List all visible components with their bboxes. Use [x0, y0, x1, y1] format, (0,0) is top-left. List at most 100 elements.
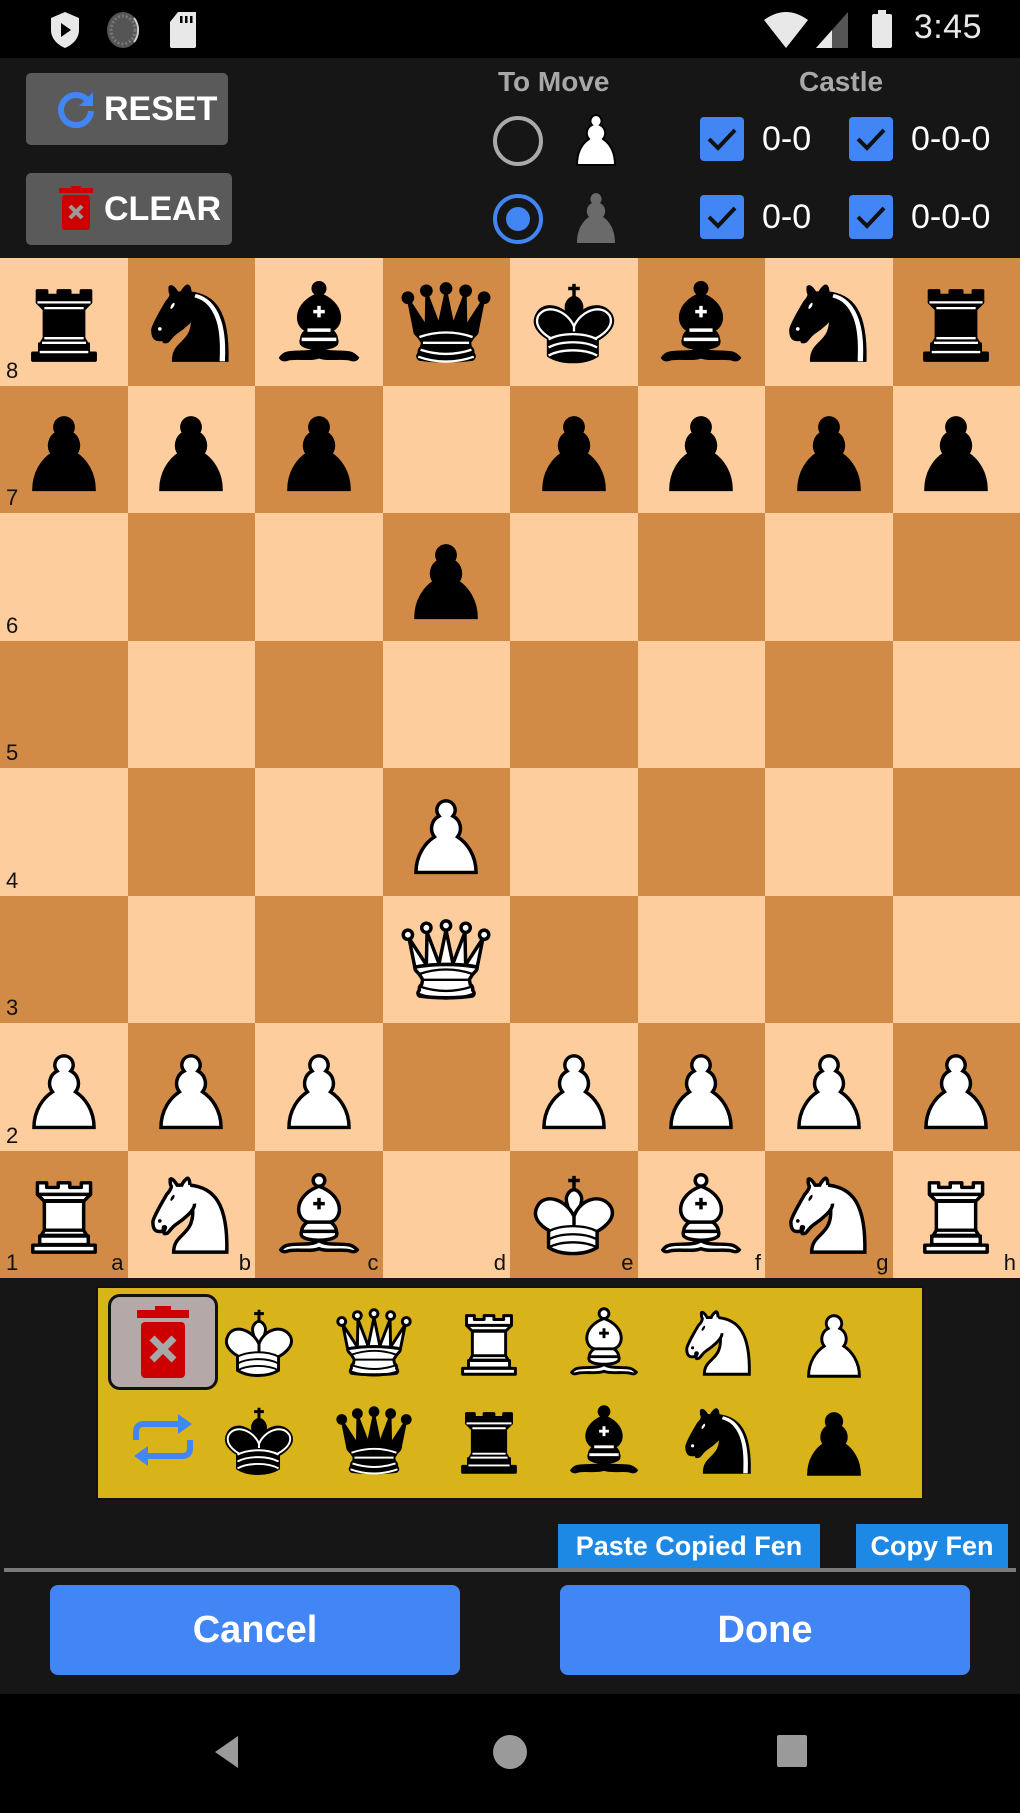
black-pawn-icon[interactable]: [522, 397, 626, 501]
square-d3[interactable]: [382, 895, 510, 1023]
black-pawn-icon[interactable]: [267, 397, 371, 501]
black-knight-icon[interactable]: [777, 270, 881, 374]
palette-white-knight[interactable]: [664, 1294, 774, 1390]
square-b4[interactable]: [127, 768, 255, 896]
square-a6[interactable]: 6: [0, 513, 128, 641]
square-e5[interactable]: [510, 640, 638, 768]
square-d1[interactable]: d: [382, 1150, 510, 1278]
square-e6[interactable]: [510, 513, 638, 641]
recents-icon[interactable]: [776, 1734, 808, 1768]
palette-white-pawn[interactable]: [779, 1294, 889, 1390]
square-b8[interactable]: [127, 258, 255, 386]
square-c4[interactable]: [255, 768, 383, 896]
black-queen-icon[interactable]: [394, 270, 498, 374]
square-a2[interactable]: 2: [0, 1023, 128, 1151]
black-bishop-icon[interactable]: [649, 270, 753, 374]
palette-black-bishop[interactable]: [549, 1392, 659, 1488]
black-king-icon[interactable]: [522, 270, 626, 374]
square-c6[interactable]: [255, 513, 383, 641]
square-c5[interactable]: [255, 640, 383, 768]
white-knight-icon[interactable]: [139, 1162, 243, 1266]
square-h3[interactable]: [892, 895, 1020, 1023]
square-c2[interactable]: [255, 1023, 383, 1151]
square-a1[interactable]: 1a: [0, 1150, 128, 1278]
black-knight-icon[interactable]: [139, 270, 243, 374]
square-c3[interactable]: [255, 895, 383, 1023]
square-f3[interactable]: [637, 895, 765, 1023]
square-h5[interactable]: [892, 640, 1020, 768]
square-h6[interactable]: [892, 513, 1020, 641]
square-d5[interactable]: [382, 640, 510, 768]
clear-button[interactable]: CLEAR: [26, 173, 232, 245]
white-queen-icon[interactable]: [394, 907, 498, 1011]
square-e2[interactable]: [510, 1023, 638, 1151]
square-d7[interactable]: [382, 385, 510, 513]
white-bishop-icon[interactable]: [267, 1162, 371, 1266]
square-f8[interactable]: [637, 258, 765, 386]
palette-white-bishop[interactable]: [549, 1294, 659, 1390]
square-b5[interactable]: [127, 640, 255, 768]
square-a8[interactable]: 8: [0, 258, 128, 386]
square-g3[interactable]: [765, 895, 893, 1023]
white-pawn-icon[interactable]: [904, 1035, 1008, 1139]
white-pawn-icon[interactable]: [394, 780, 498, 884]
white-rook-icon[interactable]: [904, 1162, 1008, 1266]
black-kingside-castle-checkbox[interactable]: 0-0: [700, 195, 811, 239]
square-b3[interactable]: [127, 895, 255, 1023]
square-h1[interactable]: h: [892, 1150, 1020, 1278]
square-g1[interactable]: g: [765, 1150, 893, 1278]
palette-black-rook[interactable]: [434, 1392, 544, 1488]
square-g6[interactable]: [765, 513, 893, 641]
square-f6[interactable]: [637, 513, 765, 641]
white-knight-icon[interactable]: [777, 1162, 881, 1266]
palette-white-rook[interactable]: [434, 1294, 544, 1390]
white-pawn-icon[interactable]: [649, 1035, 753, 1139]
white-bishop-icon[interactable]: [649, 1162, 753, 1266]
square-c8[interactable]: [255, 258, 383, 386]
palette-black-queen[interactable]: [319, 1392, 429, 1488]
black-rook-icon[interactable]: [904, 270, 1008, 374]
square-f1[interactable]: f: [637, 1150, 765, 1278]
white-pawn-icon[interactable]: [12, 1035, 116, 1139]
back-icon[interactable]: [212, 1734, 242, 1770]
square-f4[interactable]: [637, 768, 765, 896]
white-queenside-castle-checkbox[interactable]: 0-0-0: [849, 117, 990, 161]
palette-swap-button[interactable]: [108, 1392, 218, 1488]
black-pawn-icon[interactable]: [12, 397, 116, 501]
white-rook-icon[interactable]: [12, 1162, 116, 1266]
square-a4[interactable]: 4: [0, 768, 128, 896]
square-g4[interactable]: [765, 768, 893, 896]
black-bishop-icon[interactable]: [267, 270, 371, 374]
square-c7[interactable]: [255, 385, 383, 513]
palette-white-queen[interactable]: [319, 1294, 429, 1390]
square-c1[interactable]: c: [255, 1150, 383, 1278]
square-h7[interactable]: [892, 385, 1020, 513]
square-g2[interactable]: [765, 1023, 893, 1151]
square-d6[interactable]: [382, 513, 510, 641]
palette-black-king[interactable]: [204, 1392, 314, 1488]
square-b1[interactable]: b: [127, 1150, 255, 1278]
reset-button[interactable]: RESET: [26, 73, 228, 145]
black-pawn-icon[interactable]: [777, 397, 881, 501]
white-pawn-icon[interactable]: [267, 1035, 371, 1139]
white-pawn-icon[interactable]: [139, 1035, 243, 1139]
palette-white-king[interactable]: [204, 1294, 314, 1390]
black-pawn-icon[interactable]: [394, 525, 498, 629]
black-rook-icon[interactable]: [12, 270, 116, 374]
black-pawn-icon[interactable]: [139, 397, 243, 501]
square-e3[interactable]: [510, 895, 638, 1023]
white-pawn-icon[interactable]: [522, 1035, 626, 1139]
black-pawn-icon[interactable]: [649, 397, 753, 501]
palette-black-knight[interactable]: [664, 1392, 774, 1488]
white-to-move-radio[interactable]: [493, 116, 543, 166]
black-queenside-castle-checkbox[interactable]: 0-0-0: [849, 195, 990, 239]
paste-copied-fen-button[interactable]: Paste Copied Fen: [558, 1524, 820, 1568]
square-a5[interactable]: 5: [0, 640, 128, 768]
home-icon[interactable]: [492, 1734, 528, 1770]
square-f2[interactable]: [637, 1023, 765, 1151]
square-d2[interactable]: [382, 1023, 510, 1151]
palette-black-pawn[interactable]: [779, 1392, 889, 1488]
square-a3[interactable]: 3: [0, 895, 128, 1023]
black-to-move-radio[interactable]: [493, 194, 543, 244]
square-d4[interactable]: [382, 768, 510, 896]
